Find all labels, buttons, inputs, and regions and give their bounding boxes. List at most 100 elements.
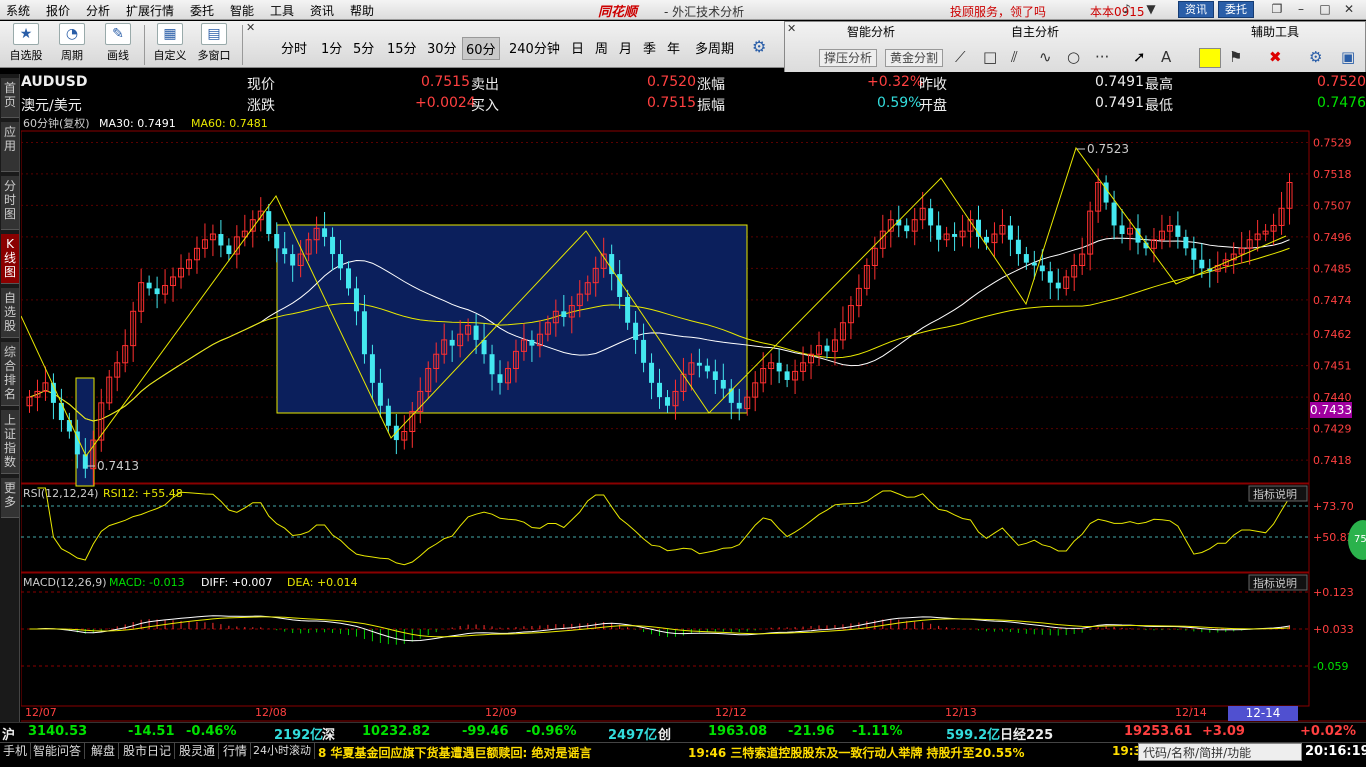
tab-more[interactable]: 更多 [1,478,19,518]
color-swatch[interactable] [1199,48,1221,68]
close-panel-icon[interactable]: ✕ [787,22,796,35]
candle-body [1191,248,1197,260]
trade-button[interactable]: 委托 [1218,1,1254,18]
macd-value: MACD: -0.013 [109,576,185,589]
search-input[interactable]: 代码/名称/简拼/功能 [1138,743,1302,761]
custom-tool[interactable]: ▦ 自定义 [150,23,190,63]
tab-home[interactable]: 首页 [1,78,19,118]
menu-system[interactable]: 系统 [6,2,30,19]
bottom-tab-mobile[interactable]: 手机 [0,743,32,759]
candle-body [696,362,702,366]
period-240min[interactable]: 240分钟 [506,37,563,58]
menu-analysis[interactable]: 分析 [86,2,110,19]
menu-quote[interactable]: 报价 [46,2,70,19]
period-30min[interactable]: 30分 [424,37,460,58]
period-1min[interactable]: 1分 [318,37,345,58]
candle-body [282,248,288,255]
news-ticker-2[interactable]: 19:46 三特索道控股股东及一致行动人举牌 持股升至20.55% [688,744,1025,761]
bottom-tab-qa[interactable]: 智能问答 [30,743,86,759]
period-day[interactable]: 日 [568,37,587,58]
wave-tool-icon[interactable]: ∿ [1039,48,1052,66]
bookmark-icon[interactable]: ⚑ [1229,48,1242,66]
tab-shindex[interactable]: 上证指数 [1,410,19,474]
ma60-label: MA60: 0.7481 [191,117,268,130]
multi-window-tool[interactable]: ▤ 多窗口 [194,23,234,63]
date-label: 12/12 [715,706,747,719]
price-axis-label: 0.7474 [1313,294,1352,307]
candle-body [649,362,655,383]
bottom-tab-diary[interactable]: 股市日记 [120,743,176,759]
menu-extended[interactable]: 扩展行情 [126,2,174,19]
tab-kline[interactable]: K线图 [1,234,19,284]
period-5min[interactable]: 5分 [350,37,377,58]
pin-icon[interactable]: ▣ [1341,48,1355,66]
menu-smart[interactable]: 智能 [230,2,254,19]
maximize-icon[interactable]: □ [1316,1,1334,18]
bottom-tab-lingtong[interactable]: 股灵通 [176,743,220,759]
macd-tick-mid: +0.033 [1313,623,1354,636]
ellipse-tool-icon[interactable]: ○ [1067,48,1080,66]
pressure-analysis-button[interactable]: 撑压分析 [819,49,878,67]
macd-panel-frame [20,572,1310,707]
tab-apps[interactable]: 应用 [1,122,19,172]
menu-help[interactable]: 帮助 [350,2,374,19]
candle-body [824,345,830,352]
period-multi[interactable]: 多周期 [692,37,737,58]
tab-ranking[interactable]: 综合排名 [1,342,19,406]
candle-body [1023,254,1029,263]
restore-icon[interactable]: ❐ [1268,1,1286,18]
bottom-tab-market[interactable]: 行情 [220,743,252,759]
rect-tool-icon[interactable]: □ [983,48,997,66]
period-tool[interactable]: ◔ 周期 [54,23,90,63]
sz-price: 10232.82 [362,724,431,739]
tab-watchlist[interactable]: 自选股 [1,288,19,338]
period-15min[interactable]: 15分 [384,37,420,58]
news-ticker-1[interactable]: 8 华夏基金回应旗下货基遭遇巨额赎回: 绝对是谣言 [318,744,592,761]
tab-timeshare[interactable]: 分时图 [1,176,19,230]
menu-tools[interactable]: 工具 [270,2,294,19]
gear-icon[interactable]: ⚙ [752,37,766,56]
bell-icon[interactable]: ♪ [1118,1,1136,18]
candle-body [146,282,152,289]
chart-area[interactable]: 0.7529 0.7518 0.7507 0.7496 0.7485 0.7474 0.74… [20,116,1366,722]
date-label: 12/13 [945,706,977,719]
candle-body [704,365,710,372]
close-periods-icon[interactable]: ✕ [246,21,255,34]
line-tool-icon[interactable]: ⟋ [955,48,966,66]
price-axis-label: 0.7429 [1313,423,1352,436]
period-week[interactable]: 周 [592,37,611,58]
watchlist-tool[interactable]: ★ 自选股 [8,23,44,63]
period-month[interactable]: 月 [616,37,635,58]
cursor-icon[interactable]: ➚ [1133,48,1146,66]
period-season[interactable]: 季 [640,37,659,58]
period-year[interactable]: 年 [664,37,683,58]
nikkei-label: 日经225 [1000,728,1054,743]
settings-icon[interactable]: ⚙ [1309,48,1322,66]
menu-news[interactable]: 资讯 [310,2,334,19]
advisor-service-link[interactable]: 投顾服务，领了吗 [950,3,1046,20]
bottom-tab-rolling[interactable]: 24小时滚动 [250,743,315,759]
close-icon[interactable]: ✕ [1340,1,1358,18]
price-axis-label: 0.7485 [1313,262,1352,275]
draw-tool[interactable]: ✎ 画线 [100,23,136,63]
period-60min[interactable]: 60分 [462,37,500,60]
candle-body [473,325,479,340]
bottom-tab-analysis[interactable]: 解盘 [88,743,120,759]
golden-section-button[interactable]: 黄金分割 [885,49,944,67]
news-button[interactable]: 资讯 [1178,1,1214,18]
shirt-icon[interactable]: ▼ [1142,1,1160,18]
cy-change: -21.96 [788,724,835,739]
candle-body [1031,262,1037,266]
period-timeshare[interactable]: 分时 [278,37,310,58]
text-tool-icon[interactable]: A [1161,48,1171,66]
channel-tool-icon[interactable]: ⫽ [1011,48,1018,66]
candle-body [983,236,989,243]
candle-body [338,254,344,269]
nikkei-pct: +0.02% [1300,724,1356,739]
menu-trade[interactable]: 委托 [190,2,214,19]
delete-icon[interactable]: ✖ [1269,48,1282,66]
kline-chart[interactable]: 0.7529 0.7518 0.7507 0.7496 0.7485 0.7474 0.74… [20,116,1366,722]
minimize-icon[interactable]: – [1292,1,1310,18]
diff-line [29,615,1290,642]
more-tools-icon[interactable]: ··· [1095,48,1109,66]
